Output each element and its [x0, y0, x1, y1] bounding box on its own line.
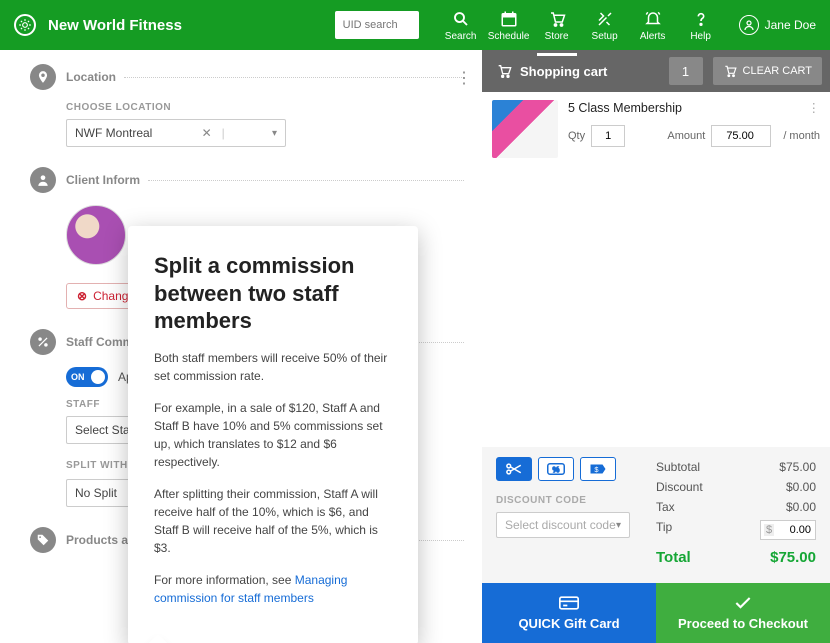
- chevron-down-icon: ▾: [272, 128, 277, 139]
- nav-setup[interactable]: Setup: [581, 9, 629, 42]
- commission-toggle[interactable]: ON: [66, 367, 108, 387]
- bell-icon: [644, 9, 662, 29]
- popover-title: Split a commission between two staff mem…: [154, 252, 392, 335]
- left-panel: ⋮ Location CHOOSE LOCATION NWF Montreal …: [0, 50, 482, 643]
- user-avatar-icon: [739, 15, 759, 35]
- tools-icon: [596, 9, 614, 29]
- cart-item-menu-kebab-icon[interactable]: ⋮: [808, 100, 821, 115]
- cart-title: Shopping cart: [520, 64, 607, 79]
- nav-search[interactable]: Search: [437, 9, 485, 42]
- location-select[interactable]: NWF Montreal ✕ | ▾: [66, 119, 286, 147]
- discount-code-label: DISCOUNT CODE: [496, 495, 630, 506]
- check-icon: [733, 596, 753, 612]
- split-commission-popover: Split a commission between two staff mem…: [128, 226, 418, 643]
- promo-scissor-button[interactable]: [496, 457, 532, 481]
- cart-item-thumb: [492, 100, 558, 158]
- brand-logo: [14, 14, 36, 36]
- promo-percent-button[interactable]: %: [538, 457, 574, 481]
- quick-gift-card-button[interactable]: QUICK Gift Card: [482, 583, 656, 643]
- cart-item-name: 5 Class Membership: [568, 101, 682, 115]
- promo-dollar-button[interactable]: $: [580, 457, 616, 481]
- panel-menu-kebab-icon[interactable]: ⋮: [456, 68, 472, 88]
- cart-icon: [496, 63, 512, 79]
- percent-icon: [30, 329, 56, 355]
- cart-amount-input[interactable]: [711, 125, 771, 147]
- user-menu[interactable]: Jane Doe: [739, 15, 816, 35]
- cart-panel: Shopping cart 1 CLEAR CART 5 Class Membe…: [482, 50, 830, 643]
- svg-text:%: %: [553, 465, 560, 474]
- client-avatar: [66, 205, 126, 265]
- nav-schedule[interactable]: Schedule: [485, 9, 533, 42]
- nav-help[interactable]: Help: [677, 9, 725, 42]
- top-header: New World Fitness Search Schedule Store …: [0, 0, 830, 50]
- search-icon: [452, 9, 470, 29]
- gift-card-icon: [559, 596, 579, 612]
- uid-search-input[interactable]: [335, 11, 419, 39]
- user-name: Jane Doe: [765, 18, 816, 32]
- person-icon: [30, 167, 56, 193]
- discount-code-select[interactable]: Select discount code ▾: [496, 512, 630, 538]
- tag-icon: [30, 527, 56, 553]
- brand-name: New World Fitness: [48, 17, 182, 34]
- location-pin-icon: [30, 64, 56, 90]
- nav-store[interactable]: Store: [533, 9, 581, 42]
- proceed-checkout-button[interactable]: Proceed to Checkout: [656, 583, 830, 643]
- cart-header: Shopping cart 1 CLEAR CART: [482, 50, 830, 92]
- close-icon: ⊗: [77, 289, 87, 303]
- clear-cart-icon: [723, 64, 737, 78]
- section-location: Location CHOOSE LOCATION NWF Montreal ✕ …: [30, 64, 464, 147]
- calendar-icon: [500, 9, 518, 29]
- clear-cart-button[interactable]: CLEAR CART: [713, 57, 822, 85]
- choose-location-label: CHOOSE LOCATION: [66, 102, 464, 113]
- clear-location-icon[interactable]: ✕: [196, 126, 218, 140]
- cart-footer: % $ DISCOUNT CODE Select discount code ▾…: [482, 447, 830, 643]
- cart-qty-input[interactable]: [591, 125, 625, 147]
- help-icon: [693, 9, 709, 29]
- cart-totals: Subtotal$75.00 Discount$0.00 Tax$0.00 Ti…: [656, 457, 816, 569]
- cart-count: 1: [669, 57, 703, 85]
- cart-icon: [548, 9, 566, 29]
- chevron-down-icon: ▾: [616, 520, 621, 531]
- cart-item: 5 Class Membership ⋮ Qty Amount $ / mont…: [482, 92, 830, 166]
- split-with-label: SPLIT WITH: [66, 460, 128, 471]
- nav-alerts[interactable]: Alerts: [629, 9, 677, 42]
